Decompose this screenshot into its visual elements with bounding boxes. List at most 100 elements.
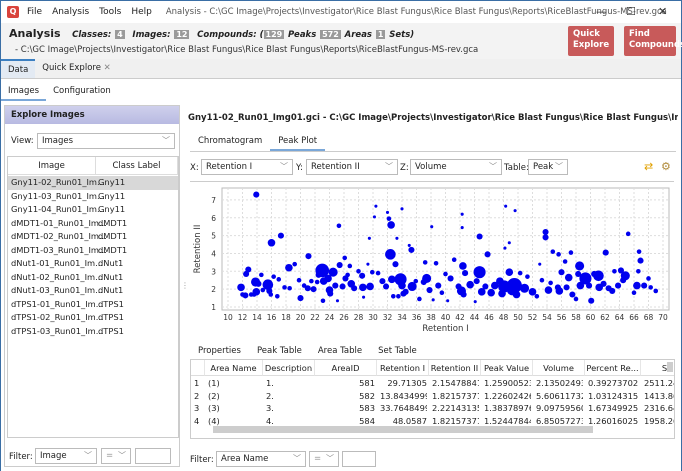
data-point[interactable] bbox=[271, 274, 276, 279]
data-point[interactable] bbox=[422, 273, 432, 283]
sync-icon[interactable]: ⇄ bbox=[644, 160, 653, 173]
data-point[interactable] bbox=[342, 255, 348, 261]
data-point[interactable] bbox=[366, 282, 374, 291]
table-cell[interactable]: 1.38378976... bbox=[484, 402, 531, 415]
data-point[interactable] bbox=[539, 277, 545, 283]
table-cell[interactable]: 1.25900523... bbox=[484, 377, 531, 390]
data-point[interactable] bbox=[641, 282, 648, 289]
data-point[interactable] bbox=[558, 269, 565, 276]
data-point[interactable] bbox=[653, 288, 659, 294]
filter-value-input[interactable] bbox=[135, 448, 171, 464]
table-cell[interactable]: 1.26016025... bbox=[588, 415, 639, 428]
data-point[interactable] bbox=[513, 209, 517, 213]
data-point[interactable] bbox=[328, 267, 338, 277]
data-point[interactable] bbox=[439, 290, 445, 296]
data-point[interactable] bbox=[542, 228, 549, 236]
tab-chromatogram[interactable]: Chromatogram bbox=[190, 133, 270, 151]
data-point[interactable] bbox=[426, 286, 433, 294]
row-number[interactable]: 1 bbox=[194, 377, 203, 390]
data-point[interactable] bbox=[417, 296, 422, 302]
data-point[interactable] bbox=[646, 276, 651, 281]
column-header[interactable]: Percent Re... bbox=[585, 360, 641, 376]
data-point[interactable] bbox=[550, 249, 556, 254]
table-row[interactable]: dMDT1-03_Run01_Im... dMDT1 bbox=[8, 244, 178, 258]
table-row[interactable]: dTPS1-02_Run01_Im... dTPS1 bbox=[8, 311, 178, 325]
data-point[interactable] bbox=[268, 292, 274, 297]
data-point[interactable] bbox=[379, 278, 386, 285]
table-cell[interactable]: 9.09759560... bbox=[536, 402, 583, 415]
data-point[interactable] bbox=[564, 273, 573, 282]
data-point[interactable] bbox=[296, 277, 302, 283]
data-point[interactable] bbox=[356, 269, 361, 274]
data-point[interactable] bbox=[237, 283, 245, 292]
area-filter-field-select[interactable]: Area Name ﹀ bbox=[216, 451, 306, 467]
data-point[interactable] bbox=[366, 262, 370, 266]
data-point[interactable] bbox=[332, 282, 339, 289]
data-point[interactable] bbox=[435, 282, 442, 289]
column-header[interactable] bbox=[191, 360, 205, 376]
tab-data[interactable]: Data bbox=[1, 59, 36, 78]
column-header[interactable]: Retention I bbox=[377, 360, 429, 376]
data-point[interactable] bbox=[367, 236, 371, 240]
tab-images[interactable]: Images bbox=[1, 83, 47, 101]
close-icon[interactable]: ✕ bbox=[104, 63, 111, 73]
data-point[interactable] bbox=[460, 291, 467, 298]
table-cell[interactable]: 2316.64321... bbox=[644, 402, 674, 415]
table-row[interactable]: dNut1-02_Run01_Im... dNut1 bbox=[8, 271, 178, 285]
table-cell[interactable]: (1) bbox=[208, 377, 261, 390]
data-point[interactable] bbox=[396, 293, 401, 299]
data-point[interactable] bbox=[473, 300, 477, 304]
data-point[interactable] bbox=[372, 215, 376, 219]
data-point[interactable] bbox=[275, 293, 280, 299]
column-header-class-label[interactable]: Class Label bbox=[96, 157, 178, 175]
table-cell[interactable]: 583 bbox=[318, 402, 375, 415]
menu-tools[interactable]: Tools bbox=[99, 7, 121, 17]
data-point[interactable] bbox=[517, 270, 523, 276]
table-cell[interactable]: 13.8434999... bbox=[380, 390, 427, 403]
filter-operator-select[interactable]: = ﹀ bbox=[101, 448, 131, 464]
data-point[interactable] bbox=[459, 262, 467, 270]
data-point[interactable] bbox=[327, 290, 334, 297]
data-point[interactable] bbox=[391, 293, 396, 299]
data-point[interactable] bbox=[538, 262, 542, 266]
table-row[interactable]: dTPS1-03_Run01_Im... dTPS1 bbox=[8, 325, 178, 339]
table-cell[interactable]: 2511.24232... bbox=[644, 377, 674, 390]
column-header[interactable]: AreaID bbox=[315, 360, 377, 376]
column-header[interactable]: Retention II bbox=[429, 360, 481, 376]
data-point[interactable] bbox=[310, 286, 317, 293]
data-point[interactable] bbox=[402, 288, 409, 295]
area-filter-value-input[interactable] bbox=[342, 451, 376, 467]
column-header-image[interactable]: Image bbox=[8, 157, 96, 175]
data-point[interactable] bbox=[555, 287, 564, 295]
find-compounds-button[interactable]: Find Compounds bbox=[624, 26, 682, 56]
data-point[interactable] bbox=[413, 278, 419, 284]
data-point[interactable] bbox=[287, 285, 292, 291]
data-point[interactable] bbox=[446, 299, 450, 303]
row-number[interactable]: 3 bbox=[194, 402, 203, 415]
table-row[interactable]: Gny11-04_Run01_Im... Gny11 bbox=[8, 203, 178, 217]
view-select[interactable]: Images ﹀ bbox=[37, 133, 175, 149]
data-point[interactable] bbox=[575, 261, 585, 271]
area-filter-operator-select[interactable]: = ﹀ bbox=[309, 451, 339, 467]
table-cell[interactable]: 1.22602426... bbox=[484, 390, 531, 403]
tab-peak-plot[interactable]: Peak Plot bbox=[270, 133, 326, 151]
data-point[interactable] bbox=[375, 270, 381, 276]
data-point[interactable] bbox=[292, 261, 297, 267]
data-point[interactable] bbox=[573, 296, 579, 302]
column-header[interactable]: Peak Value bbox=[481, 360, 533, 376]
data-point[interactable] bbox=[336, 262, 343, 269]
data-point[interactable] bbox=[542, 234, 549, 241]
data-point[interactable] bbox=[473, 278, 480, 285]
z-axis-select[interactable]: Volume ﹀ bbox=[410, 159, 502, 175]
table-cell[interactable]: 2.13502493... bbox=[536, 377, 583, 390]
table-cell[interactable]: 5.60611732... bbox=[536, 390, 583, 403]
data-point[interactable] bbox=[398, 281, 406, 290]
data-point[interactable] bbox=[395, 236, 399, 240]
column-header[interactable]: Description bbox=[263, 360, 315, 376]
data-point[interactable] bbox=[620, 271, 630, 281]
x-axis-select[interactable]: Retention I ﹀ bbox=[201, 159, 293, 175]
data-point[interactable] bbox=[282, 285, 287, 290]
data-point[interactable] bbox=[277, 232, 284, 239]
minimize-button[interactable]: — bbox=[596, 5, 607, 18]
data-point[interactable] bbox=[505, 268, 514, 276]
